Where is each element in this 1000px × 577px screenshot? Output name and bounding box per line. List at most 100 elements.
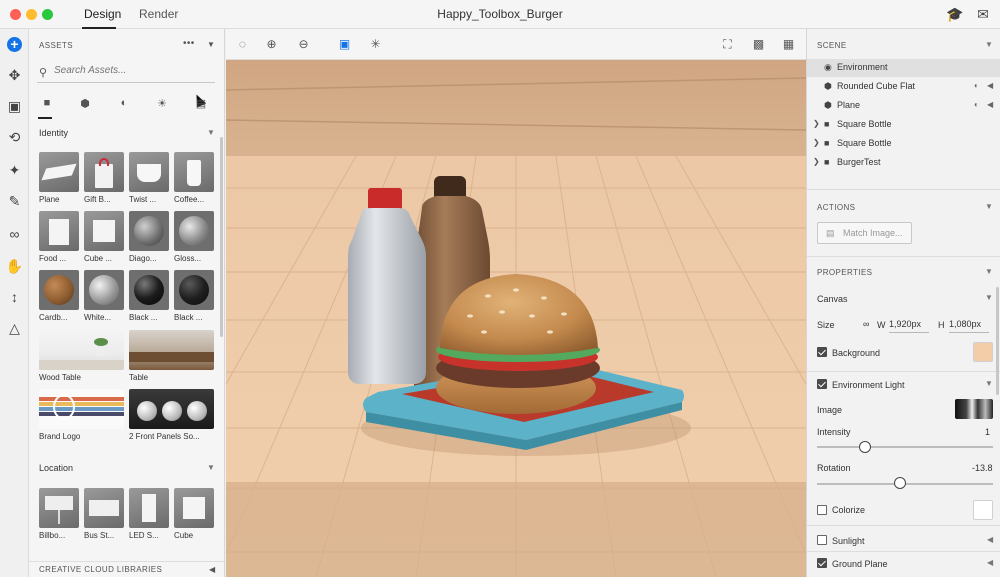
asset-tile[interactable]: Black ... bbox=[129, 270, 169, 322]
asset-tile[interactable]: Brand Logo bbox=[39, 389, 124, 441]
creative-cloud-libraries-bar[interactable]: CREATIVE CLOUD LIBRARIES ◀ bbox=[29, 561, 224, 577]
size-label: Size bbox=[817, 320, 835, 330]
intensity-slider-track[interactable] bbox=[817, 446, 993, 448]
asset-tile[interactable]: Gloss... bbox=[174, 211, 214, 263]
section-identity-label: Identity bbox=[39, 128, 69, 138]
perspective-icon[interactable]: △ bbox=[5, 319, 24, 338]
scene-item-square-bottle[interactable]: ❯ ■ Square Bottle bbox=[807, 135, 1000, 153]
asset-tile[interactable]: Bus St... bbox=[84, 488, 124, 540]
link-icon[interactable]: ∞ bbox=[5, 225, 24, 244]
asset-label: Billbo... bbox=[39, 531, 66, 540]
frame-icon[interactable]: ▣ bbox=[5, 97, 24, 116]
models-icon[interactable]: ■ bbox=[39, 97, 55, 113]
width-field[interactable]: 1,920px bbox=[889, 316, 929, 333]
camera-bookmark-icon[interactable]: ▩ bbox=[751, 37, 766, 52]
asset-tile[interactable]: Cardb... bbox=[39, 270, 79, 322]
intensity-slider-thumb[interactable] bbox=[858, 441, 871, 453]
asset-tile[interactable]: Plane bbox=[39, 152, 79, 204]
chevron-down-icon[interactable]: ▼ bbox=[985, 40, 993, 49]
backgrounds-icon[interactable]: ☀ bbox=[154, 97, 170, 113]
sunlight-checkbox[interactable] bbox=[817, 535, 827, 545]
viewport-canvas[interactable] bbox=[226, 60, 806, 577]
materials-icon[interactable]: ⬢ bbox=[77, 97, 93, 113]
pan-icon[interactable]: ✋ bbox=[5, 257, 24, 276]
height-field[interactable]: 1,080px bbox=[949, 316, 989, 333]
asset-tile[interactable]: LED S... bbox=[129, 488, 169, 540]
chevron-down-icon[interactable]: ▼ bbox=[985, 293, 993, 302]
chevron-right-icon[interactable]: ❯ bbox=[813, 119, 820, 128]
model-icon: ⬢ bbox=[824, 81, 832, 91]
dolly-icon[interactable]: ↕ bbox=[5, 288, 24, 307]
search-input[interactable] bbox=[54, 65, 204, 76]
chevron-down-icon[interactable]: ▼ bbox=[985, 202, 993, 211]
asset-tile[interactable]: Billbo... bbox=[39, 488, 79, 540]
learn-icon[interactable]: 🎓 bbox=[946, 6, 963, 22]
chevron-down-icon[interactable]: ▼ bbox=[985, 267, 993, 276]
link-icon[interactable]: ∞ bbox=[863, 319, 869, 329]
chevron-left-icon[interactable]: ◀ bbox=[209, 565, 216, 574]
asset-tile[interactable]: Black ... bbox=[174, 270, 214, 322]
chevron-down-icon[interactable]: ▼ bbox=[207, 40, 215, 49]
asset-label: Diago... bbox=[129, 254, 157, 263]
asset-tile[interactable]: Table bbox=[129, 330, 214, 382]
asset-thumbnail bbox=[39, 389, 124, 429]
inspector-scrollbar[interactable] bbox=[996, 287, 999, 395]
assets-more-button[interactable]: ••• bbox=[183, 38, 195, 49]
frame-selection-icon[interactable]: ▣ bbox=[337, 37, 352, 52]
fit-icon[interactable]: ⛶ bbox=[720, 37, 735, 52]
background-color-swatch[interactable] bbox=[973, 342, 993, 362]
assets-search: ⚲ bbox=[37, 63, 215, 83]
environment-image-thumbnail[interactable] bbox=[955, 399, 993, 419]
match-image-button[interactable]: ▤ Match Image... bbox=[817, 222, 912, 244]
asset-tile[interactable]: Wood Table bbox=[39, 330, 124, 382]
select-icon[interactable]: ✥ bbox=[5, 66, 24, 85]
asset-tile[interactable]: 2 Front Panels So... bbox=[129, 389, 214, 441]
asset-tile[interactable]: Cube ... bbox=[84, 211, 124, 263]
chevron-down-icon[interactable]: ▼ bbox=[207, 128, 215, 137]
chevron-left-icon[interactable]: ◀ bbox=[987, 535, 993, 544]
scene-item-square-bottle[interactable]: ❯ ■ Square Bottle bbox=[807, 116, 1000, 134]
rotation-label: Rotation bbox=[817, 463, 851, 473]
add-icon[interactable]: + bbox=[7, 37, 22, 52]
magic-wand-icon[interactable]: ✦ bbox=[5, 161, 24, 180]
asset-tile[interactable]: Gift B... bbox=[84, 152, 124, 204]
subtract-selection-icon[interactable]: ⊖ bbox=[296, 37, 311, 52]
feedback-icon[interactable]: ✉ bbox=[975, 6, 991, 22]
rotation-slider-thumb[interactable] bbox=[893, 477, 906, 489]
chevron-left-icon[interactable]: ◀ bbox=[987, 558, 993, 567]
colorize-checkbox[interactable] bbox=[817, 505, 827, 515]
chevron-right-icon[interactable]: ❯ bbox=[813, 157, 820, 166]
transform-icon[interactable]: ✳ bbox=[368, 37, 383, 52]
images-icon[interactable]: ▤ bbox=[193, 97, 209, 113]
asset-tile[interactable]: Food ... bbox=[39, 211, 79, 263]
marquee-select-icon[interactable]: ◌ bbox=[235, 37, 250, 52]
environment-light-checkbox[interactable] bbox=[817, 379, 827, 389]
scene-item-burgertest[interactable]: ❯ ■ BurgerTest bbox=[807, 154, 1000, 172]
scene-item-environment[interactable]: ◉ Environment bbox=[807, 59, 1000, 77]
orbit-icon[interactable]: ⟲ bbox=[5, 128, 24, 147]
chevron-left-icon[interactable]: ◀ bbox=[987, 100, 993, 109]
assets-scrollbar[interactable] bbox=[220, 137, 223, 337]
chevron-down-icon[interactable]: ▼ bbox=[207, 463, 215, 472]
asset-thumbnail bbox=[39, 152, 79, 192]
add-to-selection-icon[interactable]: ⊕ bbox=[264, 37, 279, 52]
asset-label: Black ... bbox=[174, 313, 203, 322]
background-checkbox[interactable] bbox=[817, 347, 827, 357]
lights-icon[interactable]: ◐ bbox=[116, 97, 132, 113]
chevron-down-icon[interactable]: ▼ bbox=[985, 379, 993, 388]
ground-plane-checkbox[interactable] bbox=[817, 558, 827, 568]
eyedropper-icon[interactable]: ✎ bbox=[5, 192, 24, 211]
asset-tile[interactable]: Twist ... bbox=[129, 152, 169, 204]
asset-label: LED S... bbox=[129, 531, 159, 540]
colorize-color-swatch[interactable] bbox=[973, 500, 993, 520]
scene-item-rounded-cube-flat[interactable]: ⬢ Rounded Cube Flat ◐ ◀ bbox=[807, 78, 1000, 96]
render-preview-icon[interactable]: ▦ bbox=[781, 37, 796, 52]
chevron-left-icon[interactable]: ◀ bbox=[987, 81, 993, 90]
chevron-right-icon[interactable]: ❯ bbox=[813, 138, 820, 147]
asset-tile[interactable]: Coffee... bbox=[174, 152, 214, 204]
scene-item-plane[interactable]: ⬢ Plane ◐ ◀ bbox=[807, 97, 1000, 115]
asset-tile[interactable]: Diago... bbox=[129, 211, 169, 263]
actions-header: ACTIONS bbox=[817, 203, 856, 212]
asset-tile[interactable]: Cube bbox=[174, 488, 214, 540]
asset-tile[interactable]: White... bbox=[84, 270, 124, 322]
